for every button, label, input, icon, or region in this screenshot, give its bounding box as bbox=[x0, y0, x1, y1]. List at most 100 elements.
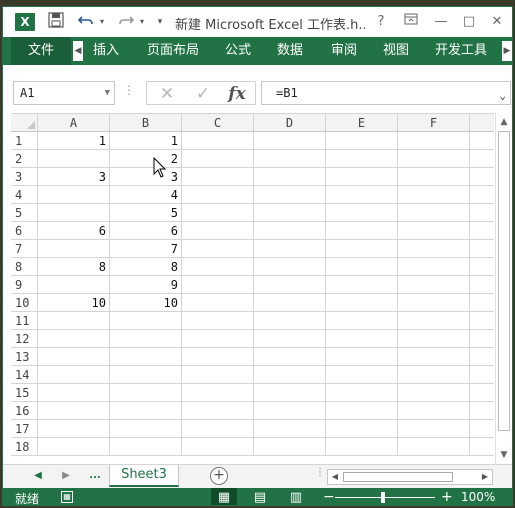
help-button[interactable]: ? bbox=[369, 11, 393, 33]
cell[interactable] bbox=[182, 276, 254, 294]
cell[interactable] bbox=[254, 186, 326, 204]
cell[interactable] bbox=[470, 258, 494, 276]
cell[interactable] bbox=[398, 132, 470, 150]
cell[interactable]: 9 bbox=[110, 276, 182, 294]
cell[interactable] bbox=[182, 258, 254, 276]
cell[interactable] bbox=[254, 348, 326, 366]
column-header[interactable]: C bbox=[182, 114, 254, 132]
row-header[interactable]: 6 bbox=[11, 222, 38, 240]
cell[interactable] bbox=[254, 420, 326, 438]
cell[interactable] bbox=[326, 402, 398, 420]
scroll-right-icon[interactable]: ▶ bbox=[479, 470, 491, 484]
cell[interactable] bbox=[182, 132, 254, 150]
cell[interactable] bbox=[182, 402, 254, 420]
cell[interactable] bbox=[182, 186, 254, 204]
undo-dropdown-icon[interactable]: ▾ bbox=[97, 12, 107, 32]
cell[interactable] bbox=[110, 348, 182, 366]
cell[interactable] bbox=[398, 222, 470, 240]
cell[interactable] bbox=[470, 420, 494, 438]
cell[interactable] bbox=[38, 420, 110, 438]
cell[interactable]: 6 bbox=[38, 222, 110, 240]
row-header[interactable]: 3 bbox=[11, 168, 38, 186]
row-header[interactable]: 15 bbox=[11, 384, 38, 402]
cell[interactable] bbox=[182, 312, 254, 330]
cell[interactable] bbox=[110, 420, 182, 438]
cell[interactable] bbox=[254, 276, 326, 294]
cell[interactable] bbox=[182, 384, 254, 402]
vertical-scrollbar[interactable]: ▲ ▼ bbox=[495, 113, 511, 464]
row-header[interactable]: 14 bbox=[11, 366, 38, 384]
cell[interactable]: 8 bbox=[38, 258, 110, 276]
cell[interactable] bbox=[110, 330, 182, 348]
cell[interactable] bbox=[398, 168, 470, 186]
redo-dropdown-icon[interactable]: ▾ bbox=[137, 12, 147, 32]
row-header[interactable]: 18 bbox=[11, 438, 38, 456]
ribbon-scroll-right-icon[interactable]: ▶ bbox=[502, 41, 512, 61]
cell[interactable] bbox=[326, 420, 398, 438]
cell[interactable] bbox=[254, 204, 326, 222]
cell[interactable] bbox=[38, 240, 110, 258]
name-box-dropdown-icon[interactable]: ▼ bbox=[105, 82, 110, 104]
vertical-scroll-thumb[interactable] bbox=[498, 131, 510, 431]
zoom-in-icon[interactable]: + bbox=[441, 488, 453, 505]
insert-function-icon[interactable]: fx bbox=[223, 83, 251, 105]
cell[interactable] bbox=[38, 384, 110, 402]
row-header[interactable]: 17 bbox=[11, 420, 38, 438]
cell[interactable]: 2 bbox=[110, 150, 182, 168]
row-header[interactable]: 16 bbox=[11, 402, 38, 420]
formula-bar-grip-icon[interactable]: ⋮ bbox=[123, 83, 135, 97]
cell[interactable] bbox=[398, 366, 470, 384]
sheet-nav-next-icon[interactable]: ▶ bbox=[59, 468, 73, 484]
row-header[interactable]: 7 bbox=[11, 240, 38, 258]
cell[interactable] bbox=[470, 384, 494, 402]
horizontal-scroll-thumb[interactable] bbox=[343, 472, 453, 482]
cell[interactable] bbox=[398, 294, 470, 312]
ribbon-scroll-left-icon[interactable]: ◀ bbox=[73, 41, 83, 61]
tab-formulas[interactable]: 公式 bbox=[225, 37, 251, 65]
cell[interactable] bbox=[470, 132, 494, 150]
cell[interactable] bbox=[398, 186, 470, 204]
minimize-button[interactable]: — bbox=[429, 11, 453, 33]
cell[interactable]: 3 bbox=[38, 168, 110, 186]
sheet-nav-prev-icon[interactable]: ◀ bbox=[31, 468, 45, 484]
cell[interactable] bbox=[110, 366, 182, 384]
cell[interactable] bbox=[254, 150, 326, 168]
cell[interactable] bbox=[326, 240, 398, 258]
cell[interactable]: 10 bbox=[110, 294, 182, 312]
cell[interactable] bbox=[182, 150, 254, 168]
cell[interactable] bbox=[398, 402, 470, 420]
cell[interactable] bbox=[470, 186, 494, 204]
cell[interactable] bbox=[398, 258, 470, 276]
zoom-slider-thumb[interactable] bbox=[381, 492, 385, 503]
cell[interactable] bbox=[326, 366, 398, 384]
cell[interactable] bbox=[470, 348, 494, 366]
cell[interactable] bbox=[326, 132, 398, 150]
cell[interactable] bbox=[326, 204, 398, 222]
cell[interactable]: 1 bbox=[110, 132, 182, 150]
column-header[interactable]: E bbox=[326, 114, 398, 132]
tab-developer[interactable]: 开发工具 bbox=[435, 37, 487, 65]
cell[interactable] bbox=[182, 330, 254, 348]
cell[interactable] bbox=[254, 384, 326, 402]
cell[interactable] bbox=[398, 438, 470, 456]
select-all-corner[interactable] bbox=[11, 114, 38, 132]
cell[interactable] bbox=[182, 366, 254, 384]
normal-view-icon[interactable]: ▦ bbox=[211, 488, 237, 505]
cell[interactable] bbox=[398, 150, 470, 168]
tab-split-grip-icon[interactable]: ⋮ bbox=[315, 467, 325, 478]
cell[interactable] bbox=[326, 438, 398, 456]
tab-data[interactable]: 数据 bbox=[277, 37, 303, 65]
cell[interactable] bbox=[38, 204, 110, 222]
undo-icon[interactable] bbox=[75, 12, 97, 32]
cell[interactable] bbox=[254, 168, 326, 186]
cell[interactable] bbox=[182, 438, 254, 456]
cell[interactable]: 4 bbox=[110, 186, 182, 204]
cell[interactable] bbox=[110, 312, 182, 330]
cell[interactable] bbox=[470, 150, 494, 168]
enter-check-icon[interactable]: ✓ bbox=[189, 83, 217, 105]
scroll-left-icon[interactable]: ◀ bbox=[329, 470, 341, 484]
cell[interactable] bbox=[110, 384, 182, 402]
cell[interactable] bbox=[38, 402, 110, 420]
cell[interactable]: 5 bbox=[110, 204, 182, 222]
cell[interactable] bbox=[398, 348, 470, 366]
